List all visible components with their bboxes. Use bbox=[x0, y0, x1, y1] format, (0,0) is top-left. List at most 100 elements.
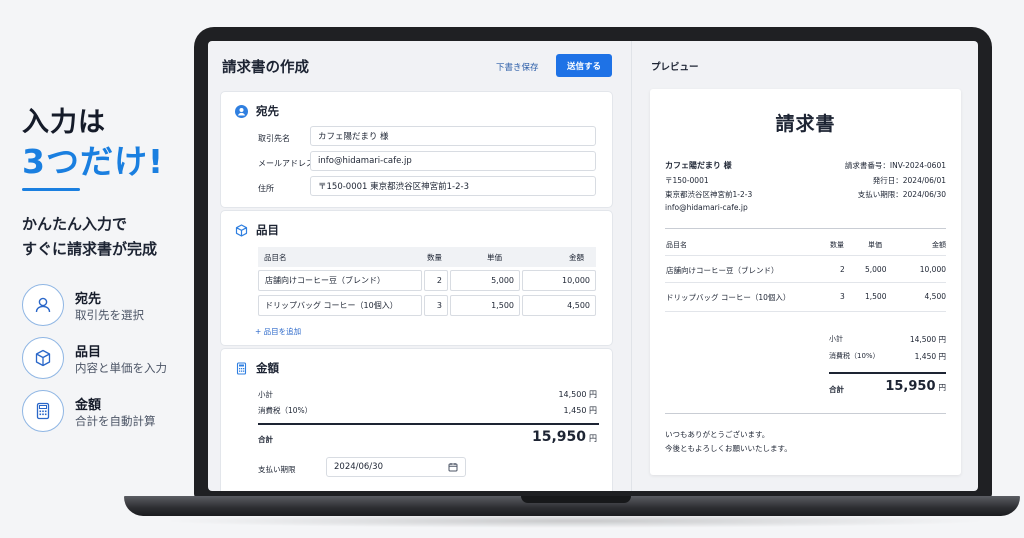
total-unit: 円 bbox=[938, 383, 947, 392]
preview-pane: プレビュー 請求書 カフェ陽だまり 様 〒150-0001 東京都渋谷区神宮前1… bbox=[631, 41, 978, 491]
subtotal-value: 14,500 円 bbox=[558, 390, 597, 399]
client-address: 東京都渋谷区神宮前1-2-3 bbox=[665, 190, 753, 199]
promo-panel: 入力は 3つだけ! かんたん入力で すぐに請求書が完成 宛先 取引先を選択 品目… bbox=[0, 0, 210, 538]
due-date-value: 2024/06/30 bbox=[334, 462, 383, 472]
total-divider bbox=[258, 423, 599, 425]
total-value: 15,950 bbox=[885, 379, 936, 394]
row-amount: 10,000 bbox=[919, 265, 946, 274]
invoice-number: 請求書番号：INV-2024-0601 bbox=[844, 161, 946, 170]
total-amount: 15,950 円 bbox=[885, 379, 946, 394]
add-item-link[interactable]: + 品目を追加 bbox=[255, 326, 301, 337]
totals-card: 金額 小計 14,500 円 消費税（10%） 1,450 円 合計 15,95… bbox=[220, 348, 613, 491]
item-amount-field: 10,000 bbox=[522, 270, 596, 291]
doc-title: 請求書 bbox=[775, 113, 836, 135]
invoice-editor: 請求書の作成 下書き保存 送信する 宛先 取引先名 カフェ陽だまり 様 メールア… bbox=[208, 41, 628, 491]
feature-items: 品目 内容と単価を入力 bbox=[22, 337, 212, 381]
item-name-field[interactable]: 店舗向けコーヒー豆（ブレンド） bbox=[258, 270, 422, 291]
row-price: 5,000 bbox=[865, 265, 887, 274]
client-zip: 〒150-0001 bbox=[665, 176, 709, 185]
headline-line2: 3つだけ! bbox=[22, 142, 165, 181]
email-label: メールアドレス bbox=[258, 159, 314, 168]
feature-amount: 金額 合計を自動計算 bbox=[22, 390, 212, 434]
promo-subtitle: かんたん入力で すぐに請求書が完成 bbox=[22, 212, 157, 262]
row-name: 店舗向けコーヒー豆（ブレンド） bbox=[666, 266, 779, 275]
feature-desc: 取引先を選択 bbox=[75, 308, 144, 322]
client-name-field[interactable]: カフェ陽だまり 様 bbox=[310, 126, 596, 146]
column-header: 金額 bbox=[932, 241, 946, 249]
total-label: 合計 bbox=[258, 435, 273, 444]
subtotal-label: 小計 bbox=[829, 335, 843, 343]
total-amount: 15,950 円 bbox=[532, 429, 597, 445]
column-header: 品目名 bbox=[666, 241, 687, 249]
feature-title: 金額 bbox=[75, 398, 102, 413]
table-rule bbox=[665, 282, 946, 283]
feature-title: 品目 bbox=[75, 345, 102, 360]
column-header: 単価 bbox=[487, 252, 502, 262]
item-name-field[interactable]: ドリップバッグ コーヒー（10個入） bbox=[258, 295, 422, 316]
page-title: 請求書の作成 bbox=[222, 60, 309, 76]
item-price-field[interactable]: 5,000 bbox=[450, 270, 520, 291]
client-name-label: 取引先名 bbox=[258, 134, 290, 143]
row-qty: 2 bbox=[840, 265, 845, 274]
items-card: 品目 品目名 数量 単価 金額 店舗向けコーヒー豆（ブレンド） 2 5,000 … bbox=[220, 210, 613, 346]
column-header: 品目名 bbox=[264, 252, 287, 262]
row-price: 1,500 bbox=[865, 292, 887, 301]
feature-title: 宛先 bbox=[75, 292, 102, 307]
address-label: 住所 bbox=[258, 184, 274, 193]
item-qty-field[interactable]: 3 bbox=[424, 295, 448, 316]
item-qty-field[interactable]: 2 bbox=[424, 270, 448, 291]
total-unit: 円 bbox=[589, 434, 597, 443]
laptop-notch bbox=[521, 496, 631, 503]
row-amount: 4,500 bbox=[924, 292, 946, 301]
headline-underline bbox=[22, 188, 80, 191]
subtotal-value: 14,500 円 bbox=[909, 335, 946, 344]
issue-date: 発行日：2024/06/01 bbox=[872, 176, 946, 185]
feature-desc: 内容と単価を入力 bbox=[75, 361, 167, 375]
row-name: ドリップバッグ コーヒー（10個入） bbox=[666, 293, 791, 302]
totals-heading: 金額 bbox=[235, 360, 279, 376]
subtitle-line1: かんたん入力で bbox=[22, 215, 128, 233]
recipient-card: 宛先 取引先名 カフェ陽だまり 様 メールアドレス info@hidamari-… bbox=[220, 91, 613, 208]
box-icon bbox=[235, 223, 248, 237]
calculator-icon bbox=[22, 390, 64, 432]
item-price-field[interactable]: 1,500 bbox=[450, 295, 520, 316]
email-field[interactable]: info@hidamari-cafe.jp bbox=[310, 151, 596, 171]
column-header: 金額 bbox=[569, 252, 584, 262]
calculator-icon bbox=[235, 361, 248, 375]
recipient-heading: 宛先 bbox=[235, 103, 279, 119]
note-line1: いつもありがとうございます。 bbox=[665, 430, 770, 439]
recipient-heading-label: 宛先 bbox=[256, 104, 279, 118]
tax-label: 消費税（10%） bbox=[829, 352, 880, 360]
due-date-field[interactable]: 2024/06/30 bbox=[326, 457, 466, 477]
save-draft-button[interactable]: 下書き保存 bbox=[496, 61, 539, 73]
person-icon bbox=[22, 284, 64, 326]
box-icon bbox=[22, 337, 64, 379]
address-field[interactable]: 〒150-0001 東京都渋谷区神宮前1-2-3 bbox=[310, 176, 596, 196]
client-email: info@hidamari-cafe.jp bbox=[665, 203, 748, 212]
table-top-rule bbox=[665, 228, 946, 229]
app-screen: 請求書の作成 下書き保存 送信する 宛先 取引先名 カフェ陽だまり 様 メールア… bbox=[208, 41, 978, 491]
total-rule bbox=[829, 372, 946, 374]
note-rule bbox=[665, 413, 946, 414]
table-rule bbox=[665, 255, 946, 256]
tax-label: 消費税（10%） bbox=[258, 406, 313, 415]
total-value: 15,950 bbox=[531, 429, 586, 445]
column-header: 単価 bbox=[868, 241, 882, 249]
note-line2: 今後ともよろしくお願いいたします。 bbox=[665, 444, 792, 453]
client-name: カフェ陽だまり 様 bbox=[665, 161, 732, 170]
subtotal-label: 小計 bbox=[258, 390, 273, 399]
send-button[interactable]: 送信する bbox=[556, 54, 612, 77]
due-date-label: 支払い期限 bbox=[258, 465, 296, 474]
items-heading: 品目 bbox=[235, 222, 279, 238]
subtitle-line2: すぐに請求書が完成 bbox=[22, 240, 158, 258]
invoice-preview: 請求書 カフェ陽だまり 様 〒150-0001 東京都渋谷区神宮前1-2-3 i… bbox=[650, 89, 961, 475]
totals-heading-label: 金額 bbox=[256, 361, 279, 375]
column-header: 数量 bbox=[830, 241, 844, 249]
laptop-shadow bbox=[160, 514, 990, 528]
tax-value: 1,450 円 bbox=[563, 406, 597, 415]
items-heading-label: 品目 bbox=[256, 223, 279, 237]
total-label: 合計 bbox=[829, 385, 844, 394]
feature-desc: 合計を自動計算 bbox=[75, 414, 156, 428]
calendar-icon[interactable] bbox=[448, 462, 458, 475]
preview-heading: プレビュー bbox=[651, 62, 699, 73]
